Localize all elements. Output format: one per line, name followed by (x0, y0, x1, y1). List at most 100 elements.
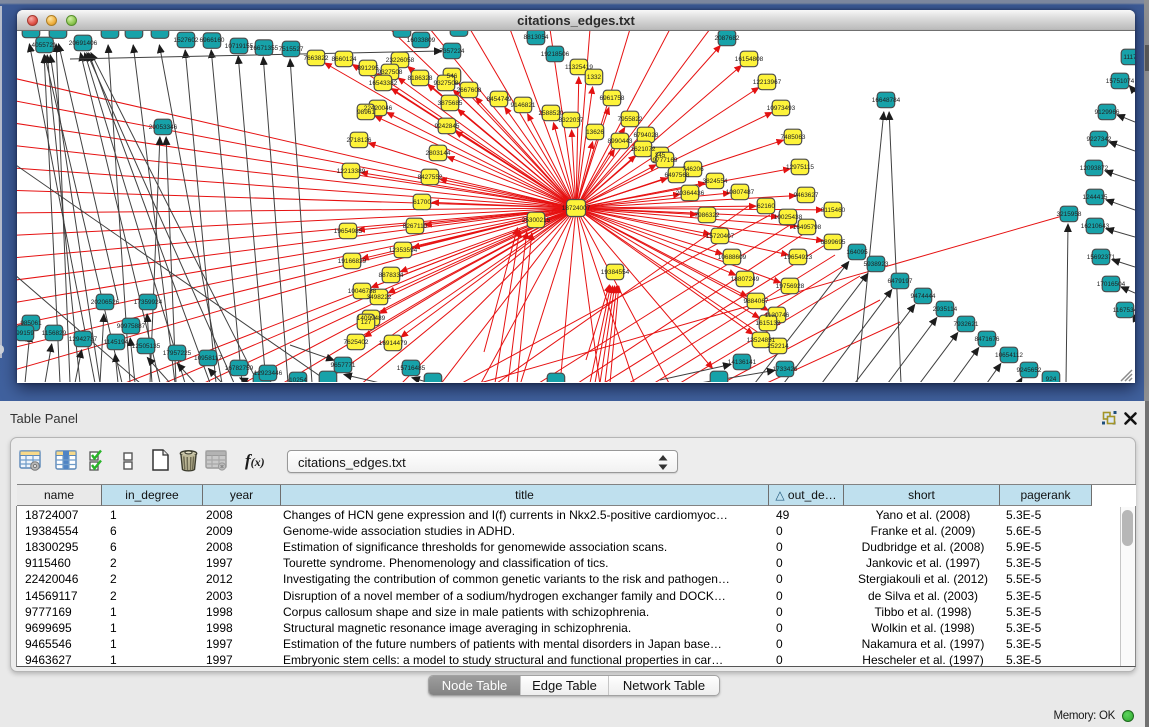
svg-text:16671355: 16671355 (250, 45, 279, 52)
svg-text:19654923: 19654923 (784, 254, 813, 261)
svg-text:9227342: 9227342 (1087, 136, 1112, 143)
svg-text:1120746: 1120746 (765, 312, 790, 319)
svg-text:9327508: 9327508 (434, 80, 459, 87)
svg-text:9884067: 9884067 (744, 298, 769, 305)
svg-text:15692371: 15692371 (1087, 254, 1116, 261)
svg-text:62160: 62160 (757, 203, 775, 210)
svg-text:20206526: 20206526 (91, 299, 120, 306)
svg-text:1145194: 1145194 (104, 339, 129, 346)
svg-text:16782759: 16782759 (225, 365, 254, 372)
svg-text:9474444: 9474444 (911, 293, 936, 300)
svg-text:7986322: 7986322 (695, 212, 720, 219)
svg-text:25300215: 25300215 (522, 217, 551, 224)
svg-text:7515527: 7515527 (279, 46, 304, 53)
svg-text:12213967: 12213967 (753, 79, 782, 86)
svg-text:16543382: 16543382 (369, 80, 398, 87)
svg-text:17359924: 17359924 (134, 299, 163, 306)
svg-text:2718126: 2718126 (347, 137, 372, 144)
svg-text:17016504: 17016504 (1097, 281, 1126, 288)
svg-text:8427552: 8427552 (418, 174, 443, 181)
svg-text:11325419: 11325419 (565, 64, 593, 71)
svg-text:9115460: 9115460 (821, 207, 846, 214)
svg-text:7625402: 7625402 (344, 339, 369, 346)
svg-text:9129966: 9129966 (1095, 109, 1120, 116)
svg-text:9146821: 9146821 (511, 102, 536, 109)
svg-text:14136141: 14136141 (728, 359, 757, 366)
svg-text:61700: 61700 (413, 199, 431, 206)
svg-text:12353594: 12353594 (389, 247, 418, 254)
svg-text:13626: 13626 (586, 129, 604, 136)
svg-text:7663822: 7663822 (304, 55, 329, 62)
svg-text:10254: 10254 (289, 377, 307, 382)
svg-text:6794028: 6794028 (634, 132, 659, 139)
svg-text:98961: 98961 (357, 109, 375, 116)
svg-text:29053346: 29053346 (149, 124, 178, 131)
svg-text:8878334: 8878334 (379, 272, 404, 279)
svg-text:10654112: 10654112 (995, 352, 1023, 359)
svg-text:16648784: 16648784 (872, 97, 901, 104)
svg-text:1117: 1117 (1123, 54, 1135, 61)
svg-text:3875685: 3875685 (438, 100, 463, 107)
svg-text:2803144: 2803144 (426, 150, 451, 157)
svg-text:985061: 985061 (20, 320, 42, 327)
svg-text:12505135: 12505135 (132, 343, 161, 350)
svg-text:546: 546 (447, 73, 458, 80)
svg-text:7485063: 7485063 (781, 134, 806, 141)
svg-text:8267110: 8267110 (403, 223, 428, 230)
svg-text:20364436: 20364436 (676, 190, 705, 197)
svg-text:8322037: 8322037 (559, 117, 584, 124)
svg-text:8186328: 8186328 (408, 75, 433, 82)
svg-text:891295: 891295 (357, 65, 379, 72)
svg-text:6966160: 6966160 (200, 37, 225, 44)
svg-text:5938923: 5938923 (864, 261, 889, 268)
svg-text:6479197: 6479197 (888, 278, 913, 285)
svg-text:18807249: 18807249 (731, 276, 760, 283)
svg-text:2667608: 2667608 (457, 87, 482, 94)
svg-text:8813054: 8813054 (524, 34, 549, 41)
svg-text:18724007: 18724007 (562, 205, 591, 212)
svg-text:1332: 1332 (587, 74, 602, 81)
svg-text:15720407: 15720407 (706, 233, 735, 240)
svg-text:15716485: 15716485 (397, 365, 426, 372)
svg-text:164095: 164095 (846, 249, 868, 256)
svg-text:10025438: 10025438 (774, 214, 803, 221)
svg-text:16210643: 16210643 (1081, 223, 1110, 230)
svg-text:8660124: 8660124 (332, 56, 357, 63)
svg-text:2588520: 2588520 (539, 110, 564, 117)
svg-text:1527602: 1527602 (174, 37, 199, 44)
svg-text:19166829: 19166829 (338, 258, 367, 265)
svg-text:2935114: 2935114 (933, 306, 958, 313)
svg-text:12923446: 12923446 (254, 370, 283, 377)
svg-text:6899695: 6899695 (821, 239, 846, 246)
svg-text:90975887: 90975887 (117, 323, 146, 330)
svg-text:10958117: 10958117 (194, 355, 222, 362)
svg-text:9463627: 9463627 (794, 192, 819, 199)
svg-text:8471676: 8471676 (975, 336, 1000, 343)
svg-text:12975115: 12975115 (786, 164, 814, 171)
svg-text:16154808: 16154808 (735, 56, 764, 63)
svg-text:9777169: 9777169 (653, 157, 678, 164)
svg-text:9657771: 9657771 (331, 362, 356, 369)
svg-text:23226058: 23226058 (386, 57, 415, 64)
svg-text:7932621: 7932621 (954, 321, 979, 328)
svg-text:19756928: 19756928 (776, 283, 805, 290)
svg-text:15751074: 15751074 (1106, 78, 1135, 85)
svg-text:1733426: 1733426 (773, 366, 798, 373)
svg-text:19654985: 19654985 (334, 228, 363, 235)
svg-text:12942737: 12942737 (69, 336, 98, 343)
svg-text:9242845: 9242845 (435, 123, 460, 130)
svg-text:252214: 252214 (767, 343, 789, 350)
svg-text:12213389: 12213389 (337, 168, 366, 175)
svg-text:3498222: 3498222 (367, 294, 392, 301)
svg-text:1167534: 1167534 (1113, 307, 1135, 314)
svg-text:8990443: 8990443 (608, 138, 633, 145)
svg-text:20691406: 20691406 (69, 40, 98, 47)
svg-text:4055721: 4055721 (32, 42, 57, 49)
svg-text:3824554: 3824554 (703, 178, 728, 185)
svg-text:1244415: 1244415 (1083, 194, 1108, 201)
svg-text:924: 924 (1046, 376, 1057, 382)
svg-text:9245652: 9245652 (1017, 367, 1042, 374)
svg-text:7955822: 7955822 (618, 116, 643, 123)
svg-text:17957225: 17957225 (163, 350, 192, 357)
svg-text:12093872: 12093872 (1080, 165, 1109, 172)
